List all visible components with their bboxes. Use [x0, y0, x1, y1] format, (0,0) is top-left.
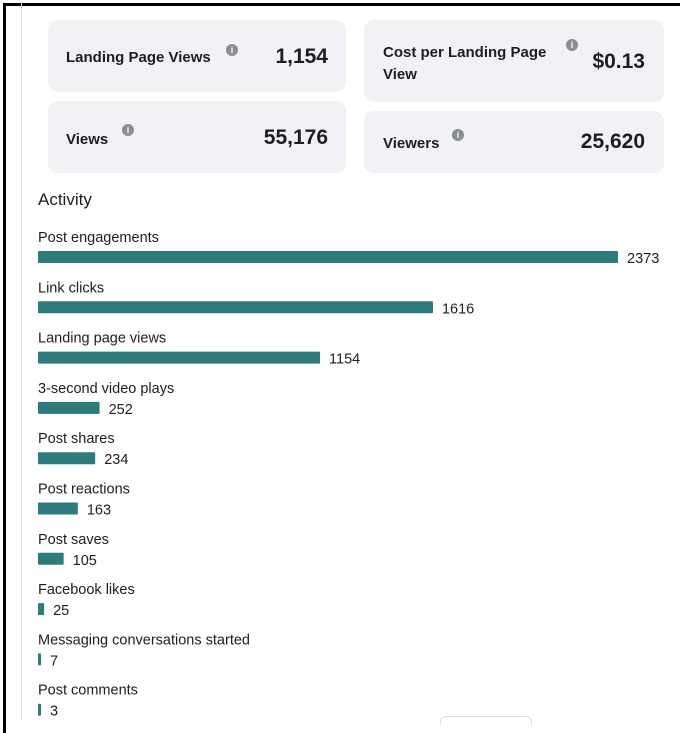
bar-value-label: 252 [109, 402, 133, 418]
bar-value-label: 3 [50, 704, 58, 720]
bar-label: Post reactions [38, 482, 130, 498]
bar-value-label: 7 [50, 653, 58, 669]
bar-value-label: 1616 [442, 301, 474, 317]
bar-label: Link clicks [38, 280, 104, 296]
bar-label: 3-second video plays [38, 381, 174, 397]
bar [38, 251, 618, 263]
bar-label: Post shares [38, 431, 115, 447]
activity-bar-chart: Post engagements 2373 Link clicks 1616 Landi… [38, 230, 659, 720]
bar-value-label: 105 [73, 553, 97, 569]
bar-label: Post saves [38, 532, 109, 548]
bar [38, 603, 45, 616]
bar-label: Messaging conversations started [38, 632, 250, 648]
bar [38, 351, 321, 364]
bar-label: Post engagements [38, 230, 159, 246]
bar [38, 703, 41, 716]
bar [38, 401, 100, 414]
bar-value-label: 163 [87, 503, 111, 519]
bar [38, 552, 64, 565]
bar-label: Facebook likes [38, 582, 135, 598]
bar [38, 301, 433, 314]
bar-value-label: 2373 [627, 251, 659, 267]
bar-label: Landing page views [38, 331, 166, 347]
bar-label: Post comments [38, 683, 138, 699]
bar [38, 653, 41, 666]
bar-value-label: 25 [53, 603, 69, 619]
bar-value-label: 1154 [329, 352, 360, 368]
bar-value-label: 234 [104, 452, 128, 468]
bar [38, 502, 78, 515]
bar [38, 452, 96, 465]
